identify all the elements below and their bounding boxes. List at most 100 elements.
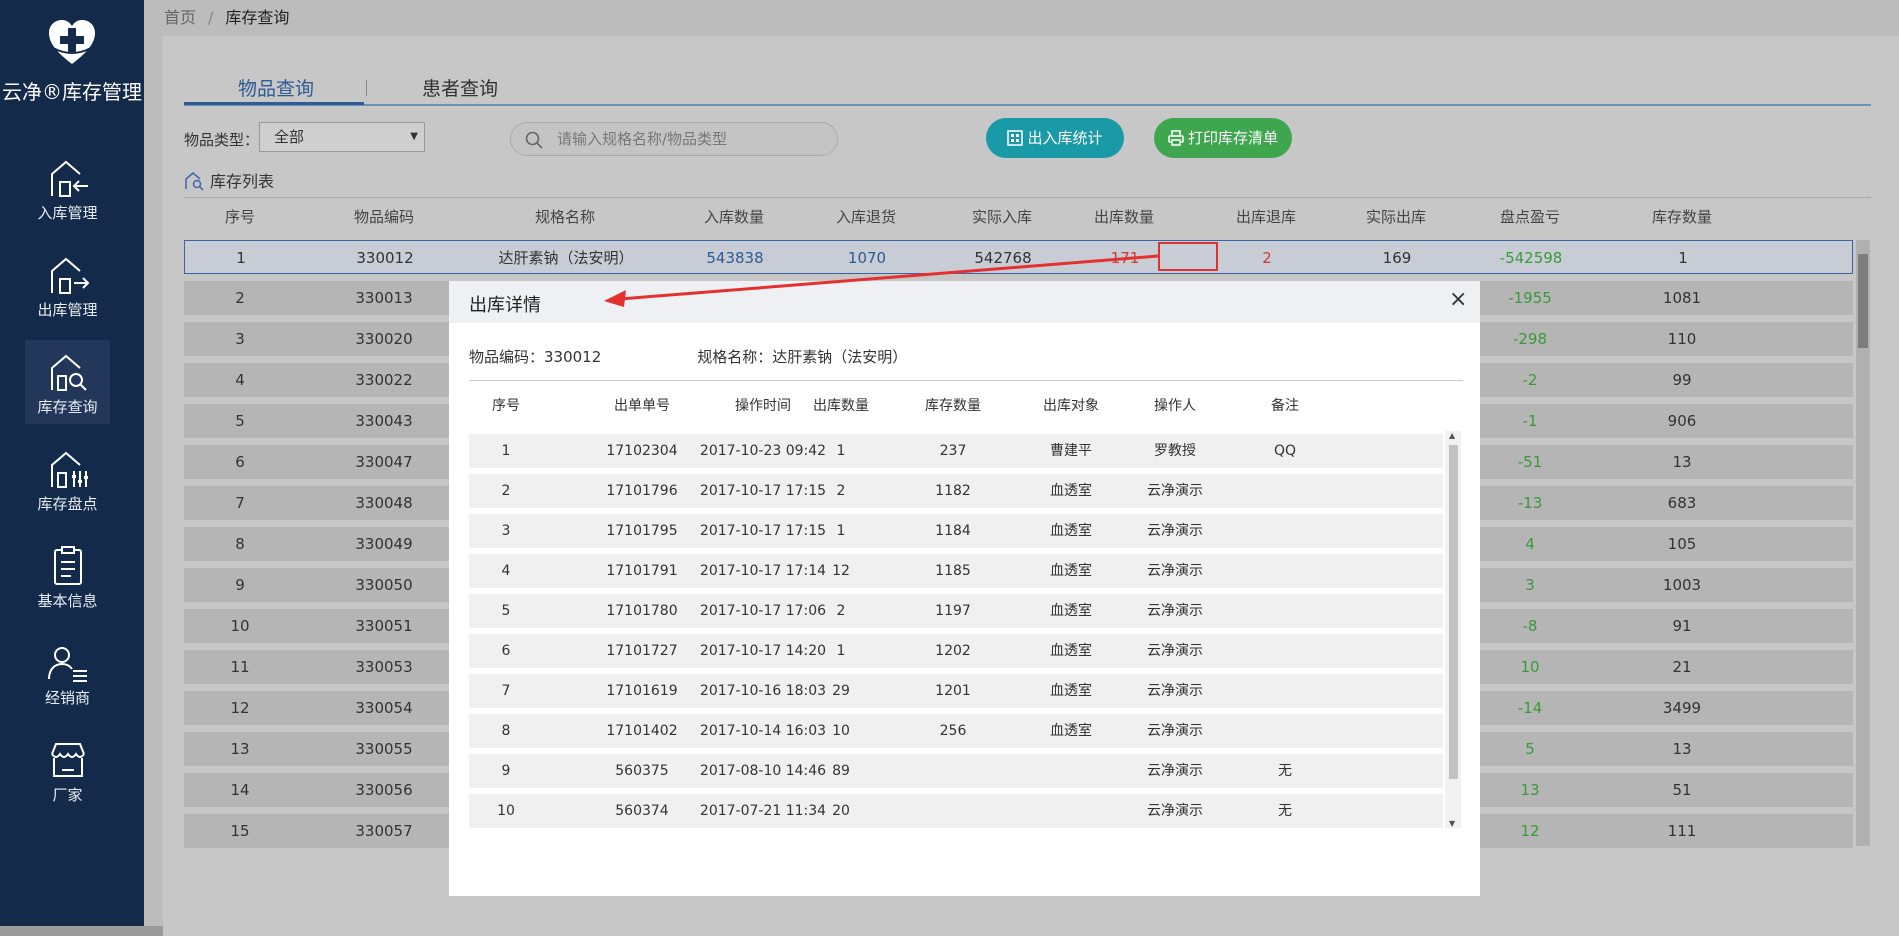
table-cell-diff: -51 [1517,453,1543,471]
breadcrumb-home[interactable]: 首页 [164,8,196,27]
detail-table-cell: 云净演示 [1147,723,1203,739]
detail-table-cell: 云净演示 [1147,603,1203,619]
detail-table-cell: 3 [501,523,511,539]
modal-title: 出库详情 [469,295,541,316]
table-cell-in-qty[interactable]: 543838 [685,241,785,273]
detail-table-cell: 云净演示 [1147,523,1203,539]
search-box[interactable] [510,122,838,156]
detail-table-row[interactable]: 7 17101619 2017-10-16 18:03 29 1201 血透室 云净演示 [469,674,1443,708]
search-input[interactable] [555,129,829,149]
detail-table-row[interactable]: 10 560374 2017-07-21 11:34 20 云净演示无 [469,794,1443,828]
table-cell-stock: 91 [1672,617,1692,635]
table-cell-stock: 111 [1667,822,1697,840]
table-row[interactable]: 1 330012 达肝素钠（法安明） 543838 1070 542768 171 2 169-… [184,240,1853,274]
table-cell-diff: -1 [1522,412,1538,430]
detail-table-cell: 1 [501,443,511,459]
sidebar-item-inventory-query[interactable]: 库存查询 [25,340,110,424]
detail-table-cell: 云净演示 [1147,803,1203,819]
detail-table-cell: 血透室 [1050,563,1092,579]
table-scrollbar[interactable] [1856,240,1870,846]
detail-table-row[interactable]: 4 17101791 2017-10-17 17:14 12 1185 血透室 云净演示 [469,554,1443,588]
clipboard-icon [53,546,82,585]
table-cell-diff: 12 [1520,822,1540,840]
detail-table-cell: 1182 [935,483,971,499]
column-header: 入库数量 [703,208,764,226]
inout-stats-button[interactable]: 出入库统计 [986,118,1124,158]
sidebar-item-factory[interactable]: 厂家 [25,728,110,812]
detail-table-row[interactable]: 8 17101402 2017-10-14 16:03 10 256 血透室 云净演示 [469,714,1443,748]
detail-table-cell: 20 [832,803,850,819]
sidebar-item-stocktake[interactable]: 库存盘点 [25,437,110,521]
detail-table-row[interactable]: 2 17101796 2017-10-17 17:15 2 1182 血透室 云净演示 [469,474,1443,508]
column-header: 库存数量 [1651,208,1712,226]
table-cell-code: 330043 [355,412,413,430]
detail-table-cell: 17101402 [606,723,678,739]
scrollbar-thumb[interactable] [1858,254,1868,348]
sidebar-item-basic-info[interactable]: 基本信息 [25,534,110,618]
detail-table-row[interactable]: 6 17101727 2017-10-17 14:20 1 1202 血透室 云净演示 [469,634,1443,668]
detail-table-scrollbar[interactable]: ▲ ▼ [1445,431,1461,828]
stats-icon [1007,130,1024,146]
tab-patient-query[interactable]: 患者查询 [422,74,498,101]
detail-column-header: 序号 [492,398,520,414]
print-inventory-button[interactable]: 打印库存清单 [1154,118,1292,158]
scrollbar-thumb[interactable] [1449,445,1458,779]
tab-divider [366,80,367,96]
sidebar-item-label: 厂家 [52,786,83,804]
close-icon[interactable]: × [1449,289,1467,311]
detail-table-cell: 云净演示 [1147,643,1203,659]
table-cell-out-ret[interactable]: 2 [1217,241,1317,273]
table-cell-code: 330022 [355,371,413,389]
stocktake-icon [50,451,88,488]
scroll-down-icon[interactable]: ▼ [1449,819,1455,828]
detail-table-cell: 17101619 [606,683,678,699]
detail-table-cell: 血透室 [1050,603,1092,619]
inventory-table-header: 序号 物品编码 规格名称 入库数量 入库退货 实际入库 出库数量 出库退库 实际出库 盘点盈亏 库存… [184,200,1853,234]
detail-table-cell [1029,794,1113,828]
detail-table-cell: 无 [1278,803,1292,819]
detail-table-cell: 7 [501,683,511,699]
tab-item-query[interactable]: 物品查询 [238,74,314,101]
table-cell-stock: 13 [1672,453,1692,471]
table-cell-in-ret[interactable]: 1070 [817,241,917,273]
dropdown-caret-icon: ▼ [410,131,418,142]
app-title: 云净®库存管理 [2,80,142,104]
table-cell-no: 14 [230,781,250,799]
detail-table-cell: 17101727 [606,643,678,659]
sidebar-item-outbound[interactable]: 出库管理 [25,243,110,327]
item-type-select[interactable]: 全部 ▼ [259,122,425,152]
inventory-list-label: 库存列表 [210,172,275,191]
detail-table-cell [1243,714,1327,748]
detail-table-row[interactable]: 9 560375 2017-08-10 14:46 89 云净演示无 [469,754,1443,788]
detail-table-cell: 4 [501,563,511,579]
detail-table-header: 序号 出单单号 操作时间 出库数量 库存数量 出库对象 操作人 备注 [469,389,1443,423]
table-cell-name: 达肝素钠（法安明） [498,249,634,267]
item-type-value: 全部 [274,128,305,146]
modal-item-name: 规格名称：达肝素钠（法安明） [697,348,908,366]
detail-table-cell: 云净演示 [1147,483,1203,499]
column-header: 规格名称 [534,208,595,226]
detail-table-cell: 云净演示 [1147,563,1203,579]
inventory-list-title: 库存列表 [184,168,274,192]
table-cell-no: 8 [235,535,245,553]
table-cell-diff: -2 [1522,371,1538,389]
table-cell-diff: 4 [1525,535,1535,553]
column-header: 物品编码 [353,208,414,226]
table-cell-stock: 3499 [1662,699,1702,717]
sidebar-item-label: 经销商 [44,689,90,707]
table-cell-diff: 5 [1525,740,1535,758]
table-cell-no: 3 [235,330,245,348]
table-cell-stock: 1003 [1662,576,1702,594]
detail-table-cell: 血透室 [1050,523,1092,539]
detail-table-row[interactable]: 3 17101795 2017-10-17 17:15 1 1184 血透室 云净演示 [469,514,1443,548]
sidebar-item-dealer[interactable]: 经销商 [25,631,110,715]
outbound-icon [50,257,89,294]
scroll-up-icon[interactable]: ▲ [1449,431,1455,440]
detail-table-row[interactable]: 1 17102304 2017-10-23 09:42 1 237 曹建平 罗教授 QQ [469,434,1443,468]
detail-table-cell: 云净演示 [1147,683,1203,699]
detail-table-cell: 2 [836,603,846,619]
column-header: 出库退库 [1235,208,1296,226]
sidebar-item-inbound[interactable]: 入库管理 [25,146,110,230]
detail-table-row[interactable]: 5 17101780 2017-10-17 17:06 2 1197 血透室 云净演示 [469,594,1443,628]
detail-table-cell: 罗教授 [1154,443,1196,459]
